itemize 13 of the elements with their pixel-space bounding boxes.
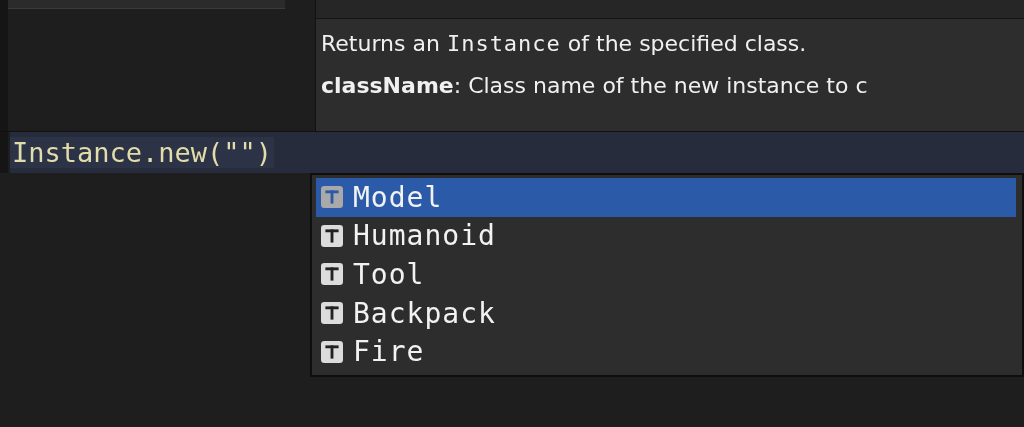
tooltip-summary: Returns an Instance of the specified class. xyxy=(321,30,808,58)
code-text: Instance.new("") xyxy=(10,137,275,168)
type-icon xyxy=(321,263,343,286)
completion-item[interactable]: Backpack xyxy=(316,293,1016,333)
completion-item[interactable]: Tool xyxy=(316,255,1016,294)
type-icon xyxy=(321,186,343,209)
completion-item[interactable]: Fire xyxy=(316,332,1016,371)
tooltip-parameter: className: Class name of the new instance to c xyxy=(321,72,869,100)
type-icon xyxy=(321,224,343,247)
completion-item[interactable]: Humanoid xyxy=(316,216,1016,256)
completion-item[interactable]: Model xyxy=(316,178,1016,217)
type-icon xyxy=(321,340,343,363)
type-icon xyxy=(321,302,343,325)
